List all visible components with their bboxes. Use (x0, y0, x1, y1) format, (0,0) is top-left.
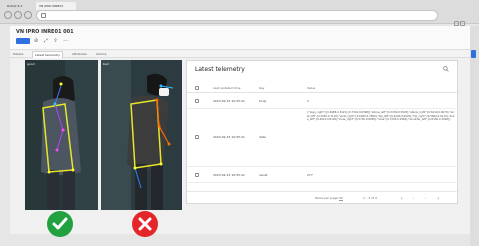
table-header: Last updated time Key Value (187, 83, 459, 93)
row-value: 277 (307, 173, 313, 177)
device-tabs: Details Latest telemetry Attributes Alar… (10, 50, 470, 59)
device-title: VN IPRO INRE01 001 (16, 29, 74, 35)
latest-telemetry-panel: Latest telemetry Last updated time Key V… (186, 60, 459, 204)
more-icon[interactable]: ⋯ (63, 38, 70, 44)
filter-icon[interactable]: ⊘ (34, 38, 40, 44)
edit-button[interactable] (16, 38, 30, 44)
image-label-good: good (27, 62, 35, 66)
tab-attributes[interactable]: Attributes (72, 51, 87, 57)
main-content: good bad Latest telemetry Last updated t… (10, 58, 470, 237)
row-checkbox[interactable] (195, 173, 199, 177)
select-all-checkbox[interactable] (195, 86, 199, 90)
good-posture-image: good (25, 60, 98, 210)
tab-details[interactable]: Details (13, 51, 23, 57)
row-key: data (259, 135, 266, 139)
image-label-bad: bad (103, 62, 109, 66)
browser-tab[interactable]: Rofcat 6.3 (4, 2, 34, 10)
pagination: Items per page: 30 1 – 3 of 3 |‹ ‹ › ›| (187, 191, 459, 203)
tab-alarms[interactable]: Alarms (96, 51, 106, 57)
browser-tab-active[interactable]: VN IPRO INRE01 (36, 2, 76, 10)
column-header[interactable]: Last updated time (213, 86, 240, 90)
forward-icon[interactable] (14, 11, 22, 19)
row-checkbox[interactable] (195, 99, 199, 103)
pose-skeleton-good (25, 60, 98, 210)
checkmark-icon (47, 211, 73, 237)
table-row[interactable]: 2023-02-15 10:55:41 result 277 (187, 167, 459, 183)
share-icon[interactable]: ⇪ (53, 38, 59, 44)
toolbar-icons: ⊘ ⤢ ⇪ ⋯ (34, 38, 70, 44)
prev-page-icon[interactable]: ‹ (413, 196, 414, 200)
next-page-icon[interactable]: › (425, 196, 426, 200)
column-header: Value (307, 86, 316, 90)
browser-chrome: Rofcat 6.3 VN IPRO INRE01 (0, 0, 479, 26)
row-time: 2023-02-15 10:55:41 (213, 173, 245, 177)
panel-title: Latest telemetry (195, 66, 245, 73)
row-key: body (259, 99, 267, 103)
device-header: VN IPRO INRE01 001 ⊘ ⤢ ⇪ ⋯ (10, 26, 470, 50)
column-header[interactable]: Key (259, 86, 264, 90)
tab-bar: Rofcat 6.3 VN IPRO INRE01 (0, 0, 479, 10)
side-action-button[interactable] (471, 50, 476, 58)
items-per-page-label: Items per page: (315, 196, 339, 200)
row-checkbox[interactable] (195, 135, 199, 139)
expand-icon[interactable]: ⤢ (44, 38, 50, 44)
reload-icon[interactable] (24, 11, 32, 19)
first-page-icon[interactable]: |‹ (401, 196, 403, 200)
bad-posture-image: bad (101, 60, 182, 210)
row-key: result (259, 173, 268, 177)
lock-icon (41, 13, 46, 18)
table-row[interactable]: 2023-02-15 10:55:41 data {"keys_right":[… (187, 109, 459, 167)
right-side-strip (470, 26, 479, 246)
items-per-page-select[interactable]: 30 (339, 196, 343, 201)
cross-icon (132, 211, 158, 237)
pose-skeleton-bad (101, 60, 182, 210)
window-controls (453, 11, 473, 26)
search-icon[interactable] (443, 66, 449, 72)
back-icon[interactable] (4, 11, 12, 19)
table-row[interactable]: 2023-02-15 10:55:41 body 1 (187, 93, 459, 109)
row-value: {"keys_right":[[0.6468,0.3421],[0.7304,0… (307, 111, 455, 121)
address-bar[interactable] (36, 10, 438, 21)
page-range: 1 – 3 of 3 (363, 196, 377, 200)
row-value: 1 (307, 99, 309, 103)
row-time: 2023-02-15 10:55:41 (213, 135, 245, 139)
row-time: 2023-02-15 10:55:41 (213, 99, 245, 103)
last-page-icon[interactable]: ›| (437, 196, 439, 200)
